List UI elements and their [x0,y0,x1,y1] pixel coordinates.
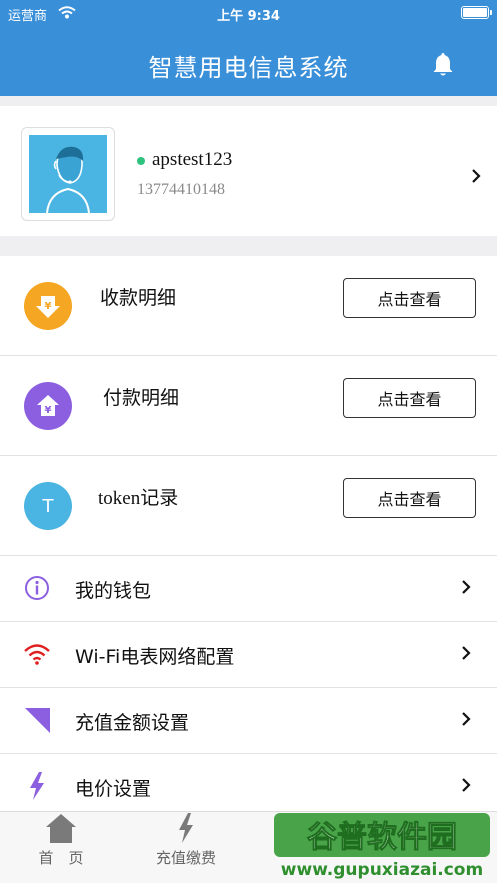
settings-item-label: Wi-Fi电表网络配置 [75,646,235,668]
settings-item-label: 我的钱包 [75,580,152,602]
svg-text:¥: ¥ [45,301,52,312]
page-title: 智慧用电信息系统 [148,54,349,82]
bell-icon[interactable] [430,52,456,78]
status-time: 上午 9:34 [217,9,280,24]
view-token-button[interactable]: 点击查看 [343,478,476,518]
status-bar: 运营商 上午 9:34 [0,0,497,26]
lightning-icon [30,772,44,800]
chevron-right-icon [462,580,471,594]
settings-item-label: 电价设置 [75,778,152,800]
record-row-receipts: ¥ 收款明细 点击查看 [0,256,497,356]
section-divider [0,96,497,106]
battery-icon [461,6,492,19]
record-label: token记录 [98,488,179,509]
top-bar: 运营商 上午 9:34 智慧用电信息系统 [0,0,497,96]
tab-label: 首 页 [38,849,84,867]
yuan-home-icon: ¥ [24,382,72,430]
settings-item-wallet[interactable]: 我的钱包 [0,556,497,622]
info-circle-icon [25,576,49,600]
settings-item-label: 充值金额设置 [75,712,190,734]
triangle-icon [25,708,50,733]
settings-item-recharge-amount[interactable]: 充值金额设置 [0,688,497,754]
chevron-right-icon [462,712,471,726]
online-status-dot [137,157,145,165]
record-row-payments: ¥ 付款明细 点击查看 [0,356,497,456]
svg-text:谷普软件园: 谷普软件园 [307,820,457,855]
watermark-logo: 谷普软件园 www.gupuxiazai.com [274,813,490,879]
wifi-icon [24,644,50,665]
svg-text:¥: ¥ [45,405,52,416]
view-receipts-button[interactable]: 点击查看 [343,278,476,318]
user-avatar-icon [29,135,107,213]
avatar [21,127,115,221]
profile-card[interactable]: apstest123 13774410148 [0,106,497,236]
record-row-token: T token记录 点击查看 [0,456,497,556]
lightning-icon [179,813,193,843]
svg-text:www.gupuxiazai.com: www.gupuxiazai.com [281,860,483,879]
tab-recharge[interactable]: 充值缴费 [131,812,241,872]
home-icon [46,814,76,843]
username: apstest123 [152,149,233,170]
phone-number: 13774410148 [137,181,225,198]
yuan-down-icon: ¥ [24,282,72,330]
tab-home[interactable]: 首 页 [6,812,116,872]
section-divider [0,236,497,256]
record-label: 付款明细 [103,387,180,409]
settings-item-wifi-meter[interactable]: Wi-Fi电表网络配置 [0,622,497,688]
chevron-right-icon [462,778,471,792]
record-label: 收款明细 [100,287,177,309]
chevron-right-icon [462,646,471,660]
token-t-icon: T [24,482,72,530]
view-payments-button[interactable]: 点击查看 [343,378,476,418]
tab-label: 充值缴费 [155,849,216,867]
chevron-right-icon [472,169,481,183]
